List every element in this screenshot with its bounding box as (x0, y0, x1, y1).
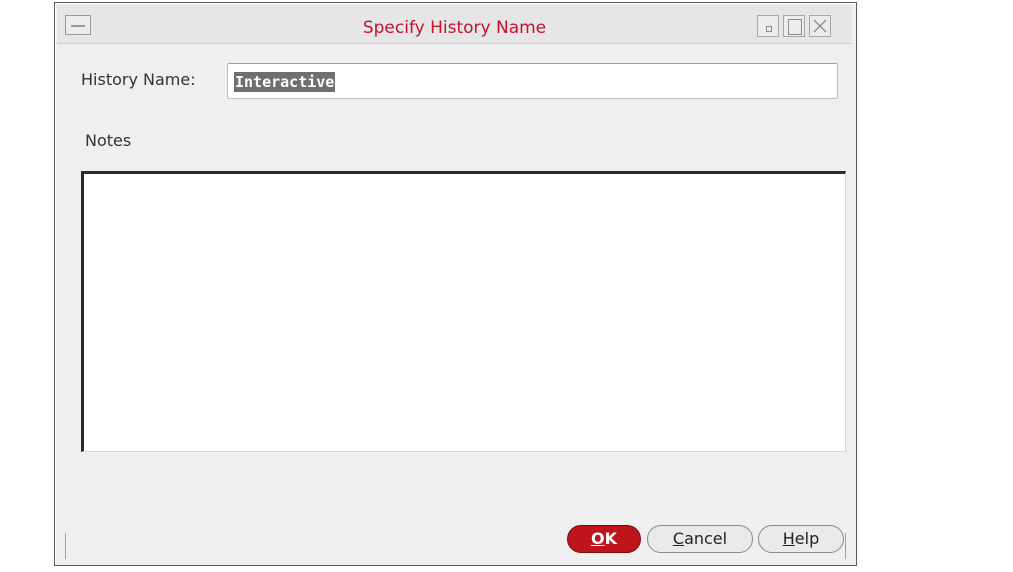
maximize-icon[interactable] (783, 15, 805, 37)
title-bar[interactable]: Specify History Name (57, 5, 852, 44)
help-mnemonic: H (782, 529, 795, 548)
notes-label: Notes (85, 131, 132, 150)
cancel-label-rest: ancel (684, 529, 728, 548)
bottom-right-edge (845, 533, 846, 559)
history-name-value[interactable]: Interactive (234, 72, 336, 92)
window-title: Specify History Name (362, 18, 547, 38)
history-name-label: History Name: (81, 70, 196, 89)
bottom-left-edge (65, 533, 66, 559)
help-label-rest: elp (794, 529, 820, 548)
dialog-window: Specify History Name History Name: Inter… (54, 2, 857, 566)
ok-label-rest: K (604, 529, 617, 548)
history-name-input[interactable]: Interactive (227, 63, 838, 99)
close-icon[interactable] (809, 15, 831, 37)
minimize-icon[interactable] (757, 15, 779, 37)
cancel-mnemonic: C (672, 529, 685, 548)
cancel-button[interactable]: Cancel (647, 525, 753, 553)
ok-mnemonic: O (590, 529, 605, 548)
ok-button[interactable]: OK (567, 525, 641, 553)
help-button[interactable]: Help (758, 525, 844, 553)
notes-textarea[interactable] (81, 171, 846, 452)
